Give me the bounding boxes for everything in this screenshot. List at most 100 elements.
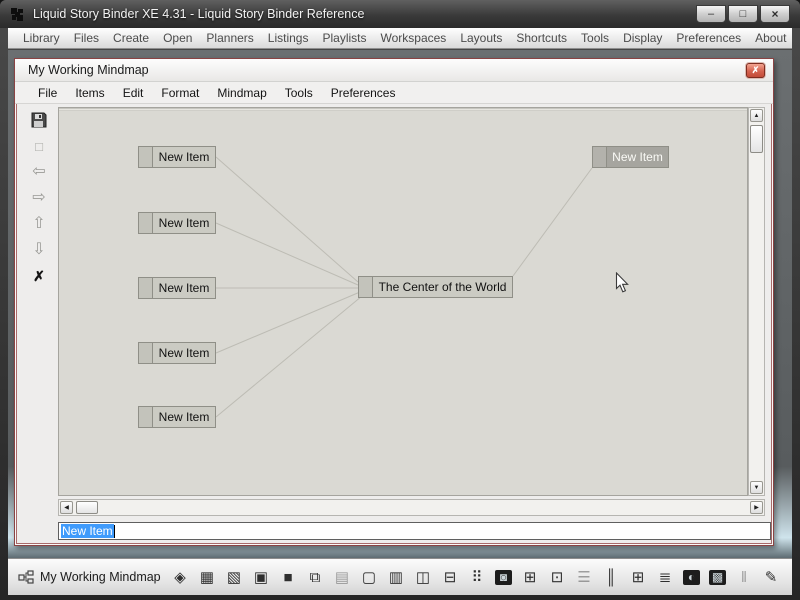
tile-windows-icon[interactable]: ⊞ [629,568,647,586]
doc-menu-item[interactable]: Edit [114,86,153,100]
mindmap-icon[interactable]: ⊡ [548,568,566,586]
square-icon[interactable]: ■ [279,568,297,586]
vertical-scrollbar-thumb[interactable] [750,125,763,153]
horizontal-scrollbar[interactable]: ◀ ▶ [58,499,765,516]
stack-icon[interactable]: ≣ [656,568,674,586]
scroll-up-button[interactable]: ▲ [750,109,763,122]
scroll-down-button[interactable]: ▼ [750,481,763,494]
statusbar: My Working Mindmap ◈ ▦ ▧ ▣ ■ ⧉ ▤ ▢ ▥ ◫ ⊟ ⠿ ◙ ⊞ ⊡ ☰ ║ ⊞ ≣ ◐ ▩… [8,558,792,595]
columns-icon[interactable]: ▥ [387,568,405,586]
scroll-right-button[interactable]: ▶ [750,501,763,514]
mindmap-node[interactable]: The Center of the World [358,276,513,298]
noise-image-icon[interactable]: ▩ [709,570,726,585]
blank-page-icon[interactable]: ▢ [360,568,378,586]
text-selection: New Item [61,524,114,538]
doc-titlebar[interactable]: My Working Mindmap ✗ [15,59,773,82]
doc-menubar: FileItemsEditFormatMindmapToolsPreferenc… [15,82,773,104]
menu-item[interactable]: Workspaces [374,31,454,45]
menu-item[interactable]: Listings [261,31,316,45]
window-title: Liquid Story Binder XE 4.31 - Liquid Sto… [33,7,364,21]
menu-item[interactable]: Display [616,31,669,45]
mindmap-node[interactable]: New Item [138,277,216,299]
node-grip[interactable] [593,147,607,167]
menu-item[interactable]: Layouts [453,31,509,45]
scroll-left-button[interactable]: ◀ [60,501,73,514]
node-grip[interactable] [139,147,153,167]
move-left-button[interactable]: ⇦ [27,162,51,182]
cube-icon[interactable]: ▧ [225,568,243,586]
delete-button[interactable]: ✗ [27,266,51,286]
doc-menu-item[interactable]: Tools [276,86,322,100]
document-icon[interactable]: ▤ [333,568,351,586]
node-grip[interactable] [359,277,373,297]
window-titlebar: Liquid Story Binder XE 4.31 - Liquid Sto… [0,0,800,28]
node-grip[interactable] [139,213,153,233]
mindmap-node[interactable]: New Item [138,342,216,364]
nodes-icon[interactable]: ⧉ [306,568,324,586]
doc-body: □ ⇦ ⇨ ⇧ ⇩ ✗ New ItemNew ItemNew ItemNew [15,104,773,548]
doc-menu-item[interactable]: Preferences [322,86,405,100]
save-button[interactable] [27,110,51,130]
node-label: New Item [153,343,215,363]
image-icon[interactable]: ◙ [495,570,512,585]
night-image-icon[interactable]: ◐ [683,570,700,585]
menu-item[interactable]: Preferences [669,31,748,45]
node-grip[interactable] [139,343,153,363]
calendar-icon[interactable]: ⊞ [521,568,539,586]
window-controls: – □ × [696,5,790,23]
doc-tab[interactable]: My Working Mindmap [18,570,161,584]
menu-item[interactable]: Playlists [315,31,373,45]
doc-menu-item[interactable]: Mindmap [208,86,275,100]
layers-icon[interactable]: ◈ [171,568,189,586]
menu-item[interactable]: About [748,31,793,45]
mouse-cursor [615,272,630,299]
pause-icon[interactable]: ‖ [735,568,753,586]
mindmap-node-selected[interactable]: New Item [592,146,669,168]
doc-menu-item[interactable]: File [29,86,66,100]
mindmap-node[interactable]: New Item [138,212,216,234]
document-window: My Working Mindmap ✗ FileItemsEditFormat… [14,58,774,546]
move-up-button[interactable]: ⇧ [27,214,51,234]
save-icon[interactable]: ▣ [252,568,270,586]
mindmap-node[interactable]: New Item [138,146,216,168]
menu-item[interactable]: Create [106,31,156,45]
panel-icon[interactable]: ◫ [414,568,432,586]
tool-column: □ ⇦ ⇨ ⇧ ⇩ ✗ [25,110,53,286]
mindmap-canvas[interactable]: New Item New Item New Item New Item New Item… [58,107,748,496]
menu-item[interactable]: Open [156,31,199,45]
pattern-grid-icon[interactable]: ⠿ [468,568,486,586]
menu-item[interactable]: Library [16,31,67,45]
minimize-button[interactable]: – [696,5,726,23]
app-icon [10,7,25,22]
list-icon[interactable]: ☰ [575,568,593,586]
menu-item[interactable]: Planners [199,31,260,45]
vertical-scrollbar[interactable]: ▲ ▼ [748,107,765,496]
maximize-button[interactable]: □ [728,5,758,23]
horizontal-scrollbar-thumb[interactable] [76,501,98,514]
menu-item[interactable]: Files [67,31,106,45]
node-label-input[interactable]: New Item [58,522,771,540]
mindmap-node[interactable]: New Item [138,406,216,428]
menu-item[interactable]: Tools [574,31,616,45]
doc-menu-item[interactable]: Format [152,86,208,100]
new-box-button[interactable]: □ [27,136,51,156]
move-right-button[interactable]: ⇨ [27,188,51,208]
doc-close-button[interactable]: ✗ [746,63,765,78]
bars-icon[interactable]: ║ [602,568,620,586]
application-window: Liquid Story Binder XE 4.31 - Liquid Sto… [0,0,800,600]
close-button[interactable]: × [760,5,790,23]
node-label: New Item [153,213,215,233]
book-icon[interactable]: ⊟ [441,568,459,586]
text-caret [114,525,115,538]
doc-menu-item[interactable]: Items [66,86,113,100]
move-down-button[interactable]: ⇩ [27,240,51,260]
mindmap-doc-icon [18,570,34,584]
node-grip[interactable] [139,407,153,427]
grid-icon[interactable]: ▦ [198,568,216,586]
node-grip[interactable] [139,278,153,298]
doc-title: My Working Mindmap [28,63,149,77]
node-label: The Center of the World [373,277,512,297]
menu-item[interactable]: Shortcuts [509,31,574,45]
quill-icon[interactable]: ✎ [762,568,780,586]
node-label: New Item [153,147,215,167]
